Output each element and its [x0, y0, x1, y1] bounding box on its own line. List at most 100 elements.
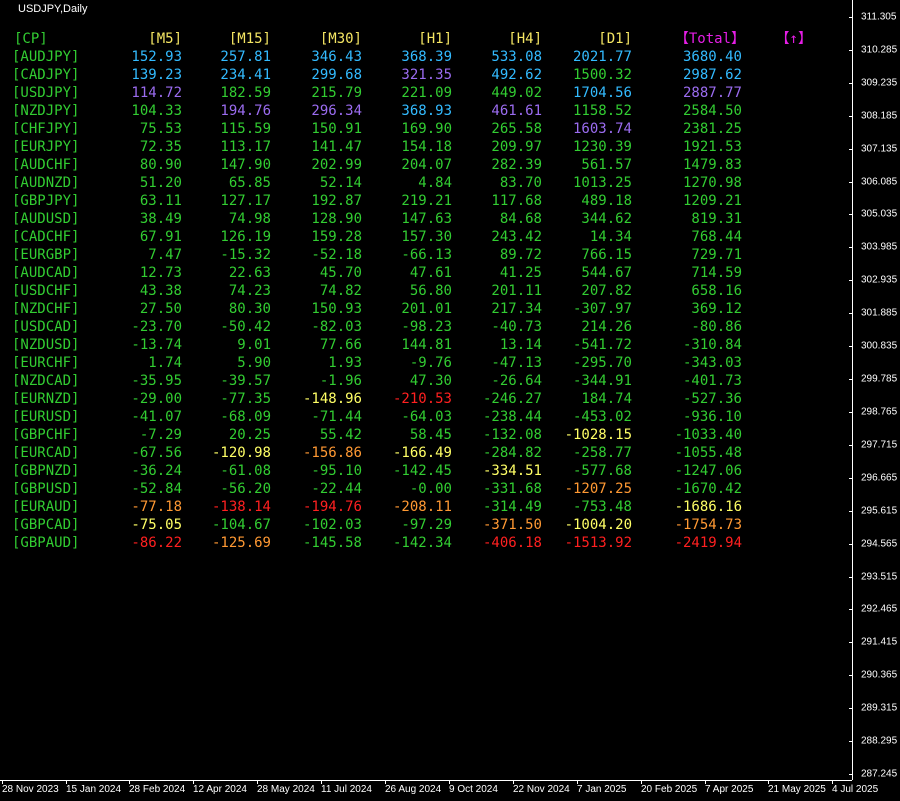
- table-cell: -132.08: [482, 427, 542, 443]
- table-cell: 182.59: [220, 85, 271, 101]
- price-tick: [849, 708, 853, 710]
- table-row-pair: [GBPCHF]: [12, 427, 80, 443]
- table-row-pair: [EURJPY]: [12, 139, 80, 155]
- table-row-pair: [GBPJPY]: [12, 193, 80, 209]
- table-cell: 1209.21: [682, 193, 742, 209]
- table-cell: -15.32: [220, 247, 271, 263]
- table-cell: -102.03: [302, 517, 362, 533]
- table-cell: 141.47: [311, 139, 362, 155]
- table-cell: 89.72: [499, 247, 542, 263]
- table-cell: -97.29: [401, 517, 452, 533]
- price-label: 311.305: [861, 11, 897, 23]
- table-cell: -541.72: [572, 337, 632, 353]
- price-tick: [849, 774, 853, 775]
- table-cell: -334.51: [482, 463, 542, 479]
- table-cell: 2584.50: [682, 103, 742, 119]
- header-m30: [M30]: [319, 31, 362, 47]
- price-tick: [849, 115, 853, 117]
- table-cell: 299.68: [311, 67, 362, 83]
- table-row-pair: [AUDCAD]: [12, 265, 80, 281]
- table-cell: -64.03: [401, 409, 452, 425]
- price-tick: [849, 444, 853, 446]
- table-cell: 152.93: [131, 49, 182, 65]
- chart-area[interactable]: USDJPY,Daily [CP] [M5] [M15] [M30] [H1] [H4] […: [0, 0, 900, 800]
- price-tick: [849, 675, 853, 677]
- table-cell: -238.44: [482, 409, 542, 425]
- table-cell: 768.44: [691, 229, 742, 245]
- table-cell: -343.03: [682, 355, 742, 371]
- table-cell: -753.48: [572, 499, 632, 515]
- table-cell: -41.07: [131, 409, 182, 425]
- price-label: 308.185: [861, 110, 898, 122]
- table-cell: -166.49: [392, 445, 452, 461]
- table-cell: 217.34: [491, 301, 542, 317]
- time-label: 15 Jan 2024: [66, 784, 122, 795]
- time-label: 12 Apr 2024: [193, 784, 247, 795]
- table-cell: 2887.77: [682, 85, 742, 101]
- price-tick: [849, 477, 853, 479]
- table-cell: 2987.62: [682, 67, 742, 83]
- table-cell: 47.30: [409, 373, 452, 389]
- table-cell: 1500.32: [572, 67, 632, 83]
- table-cell: 221.09: [401, 85, 452, 101]
- table-cell: 47.61: [409, 265, 452, 281]
- table-cell: -310.84: [682, 337, 742, 353]
- table-cell: -36.24: [131, 463, 182, 479]
- table-cell: -344.91: [572, 373, 632, 389]
- table-row-pair: [GBPNZD]: [12, 463, 80, 479]
- table-cell: 729.71: [691, 247, 742, 263]
- table-cell: -1055.48: [674, 445, 742, 461]
- price-label: 287.245: [861, 768, 898, 780]
- price-label: 303.985: [861, 241, 898, 253]
- table-cell: 38.49: [139, 211, 182, 227]
- price-tick: [849, 17, 853, 18]
- time-label: 9 Oct 2024: [449, 784, 498, 795]
- table-cell: -26.64: [491, 373, 542, 389]
- table-cell: -47.13: [491, 355, 542, 371]
- price-tick: [849, 148, 853, 150]
- table-cell: 3680.40: [682, 49, 742, 65]
- table-cell: -80.86: [691, 319, 742, 335]
- table-cell: 147.63: [401, 211, 452, 227]
- table-cell: 1230.39: [572, 139, 632, 155]
- table-cell: 9.01: [237, 337, 271, 353]
- table-cell: 139.23: [131, 67, 182, 83]
- table-cell: 194.76: [220, 103, 271, 119]
- table-cell: -1247.06: [674, 463, 742, 479]
- table-row-pair: [CADJPY]: [12, 67, 80, 83]
- header-arrow: 【↑】: [775, 31, 812, 47]
- table-cell: -95.10: [311, 463, 362, 479]
- table-cell: -120.98: [211, 445, 271, 461]
- table-cell: 207.82: [581, 283, 632, 299]
- table-cell: 1.93: [328, 355, 362, 371]
- table-cell: -52.18: [311, 247, 362, 263]
- table-cell: -371.50: [482, 517, 542, 533]
- price-label: 307.135: [861, 143, 898, 155]
- price-axis[interactable]: 311.305 310.285 309.235 308.185 307.135 306.0…: [849, 0, 900, 780]
- price-tick: [849, 49, 853, 51]
- table-cell: 346.43: [311, 49, 362, 65]
- table-cell: 63.11: [139, 193, 182, 209]
- table-cell: -1670.42: [674, 481, 742, 497]
- table-cell: 22.63: [228, 265, 271, 281]
- table-cell: 80.30: [228, 301, 271, 317]
- price-tick: [849, 543, 853, 545]
- table-cell: 533.08: [491, 49, 542, 65]
- table-cell: 74.82: [319, 283, 362, 299]
- table-cell: 159.28: [311, 229, 362, 245]
- table-cell: -77.18: [131, 499, 182, 515]
- table-cell: 104.33: [131, 103, 182, 119]
- table-cell: 20.25: [228, 427, 271, 443]
- table-cell: 561.57: [581, 157, 632, 173]
- price-label: 299.785: [861, 373, 898, 385]
- table-cell: 257.81: [220, 49, 271, 65]
- table-cell: 41.25: [499, 265, 542, 281]
- header-d1: [D1]: [598, 31, 632, 47]
- header-m5: [M5]: [148, 31, 182, 47]
- table-cell: 766.15: [581, 247, 632, 263]
- table-cell: -77.35: [220, 391, 271, 407]
- table-cell: 1013.25: [572, 175, 632, 191]
- time-axis[interactable]: 28 Nov 2023 15 Jan 2024 28 Feb 2024 12 Apr …: [0, 780, 878, 801]
- price-tick: [849, 181, 853, 183]
- table-cell: 154.18: [401, 139, 452, 155]
